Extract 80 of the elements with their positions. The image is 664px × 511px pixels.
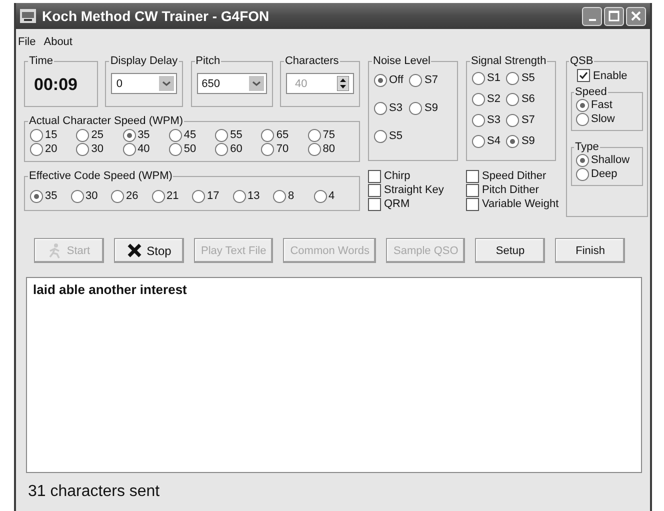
radio-option[interactable]: S7: [506, 113, 535, 127]
menu-item[interactable]: File: [18, 36, 36, 48]
radio-option[interactable]: 15: [30, 128, 76, 142]
checkbox-option[interactable]: Chirp: [368, 169, 466, 183]
radio-option[interactable]: 26: [111, 189, 152, 203]
spinner-arrows-icon: [336, 76, 349, 91]
action-button[interactable]: Finish: [555, 238, 626, 263]
radio-option[interactable]: 4: [314, 189, 354, 203]
radio-option[interactable]: 35: [30, 189, 70, 203]
dropdown[interactable]: 650: [196, 73, 267, 94]
walking-figure-icon: [48, 242, 62, 258]
radio-option[interactable]: 30: [70, 189, 111, 203]
radio-option[interactable]: 30: [76, 142, 123, 156]
group-label: Signal Strength: [470, 55, 548, 67]
radio-option[interactable]: 20: [30, 142, 76, 156]
group-label: Speed: [574, 86, 608, 98]
checkbox-option[interactable]: Variable Weight: [466, 197, 558, 211]
radio-option[interactable]: Deep: [576, 167, 638, 181]
minimize-button[interactable]: [582, 6, 602, 26]
radio-option[interactable]: S5: [374, 129, 404, 143]
radio-option[interactable]: 60: [215, 142, 262, 156]
radio-option[interactable]: S7: [409, 73, 438, 87]
radio-option[interactable]: 40: [122, 142, 169, 156]
group-label: QSB: [569, 55, 594, 67]
radio-option[interactable]: 70: [261, 142, 308, 156]
radio-option[interactable]: Off: [374, 73, 404, 87]
radio-option[interactable]: Shallow: [576, 153, 638, 167]
checkbox-option[interactable]: Straight Key: [368, 183, 466, 197]
radio-option[interactable]: 50: [168, 142, 216, 156]
radio-option[interactable]: S1: [472, 71, 500, 85]
group-label: Time: [28, 55, 54, 67]
group-label: Type: [574, 141, 600, 153]
group-label: Effective Code Speed (WPM): [28, 170, 174, 182]
group-label: Actual Character Speed (WPM): [28, 115, 184, 127]
menu-item[interactable]: About: [44, 36, 72, 48]
radio-option[interactable]: S4: [472, 134, 500, 148]
radio-option[interactable]: S9: [506, 134, 535, 148]
radio-option[interactable]: S2: [472, 92, 500, 106]
window-title: Koch Method CW Trainer - G4FON: [42, 8, 270, 24]
status-text: 31 characters sent: [28, 483, 161, 501]
chevron-icon: [248, 76, 264, 91]
close-icon: [630, 10, 642, 22]
close-button[interactable]: [626, 6, 646, 26]
chevron-icon: [159, 76, 174, 91]
radio-option[interactable]: 45: [168, 128, 216, 142]
checkbox-option[interactable]: Enable: [577, 69, 643, 82]
radio-option[interactable]: 17: [192, 189, 232, 203]
radio-option[interactable]: 55: [215, 128, 262, 142]
checkbox-option[interactable]: Pitch Dither: [466, 183, 558, 197]
checkbox-option[interactable]: QRM: [368, 197, 466, 211]
radio-option[interactable]: S5: [506, 71, 535, 85]
group-label: Noise Level: [372, 55, 432, 67]
app-icon: [20, 9, 36, 23]
radio-option[interactable]: S3: [472, 113, 500, 127]
group-label: Pitch: [194, 55, 222, 67]
maximize-button[interactable]: [604, 6, 624, 26]
cross-icon: [126, 243, 142, 258]
dropdown[interactable]: 0: [111, 73, 178, 94]
action-button[interactable]: Setup: [475, 238, 546, 263]
radio-option[interactable]: 65: [261, 128, 308, 142]
time-display: 00:09: [33, 74, 78, 96]
minimize-icon: [588, 18, 596, 20]
radio-option[interactable]: S6: [506, 92, 535, 106]
radio-option[interactable]: 80: [308, 142, 354, 156]
radio-option[interactable]: S3: [374, 101, 404, 115]
stop-button[interactable]: Stop: [114, 238, 184, 263]
checkbox-option[interactable]: Speed Dither: [466, 169, 558, 183]
group-label: Display Delay: [109, 55, 179, 67]
group-label: Characters: [284, 55, 340, 67]
radio-option[interactable]: S9: [409, 101, 438, 115]
radio-option[interactable]: 25: [76, 128, 123, 142]
radio-option[interactable]: 8: [273, 189, 314, 203]
radio-option[interactable]: Slow: [576, 112, 638, 126]
output-text: laid able another interest: [33, 282, 187, 297]
radio-option[interactable]: 75: [308, 128, 354, 142]
radio-option[interactable]: 35: [122, 128, 169, 142]
maximize-icon: [608, 10, 620, 22]
radio-option[interactable]: 13: [232, 189, 273, 203]
radio-option[interactable]: 21: [152, 189, 192, 203]
radio-option[interactable]: Fast: [576, 98, 638, 112]
